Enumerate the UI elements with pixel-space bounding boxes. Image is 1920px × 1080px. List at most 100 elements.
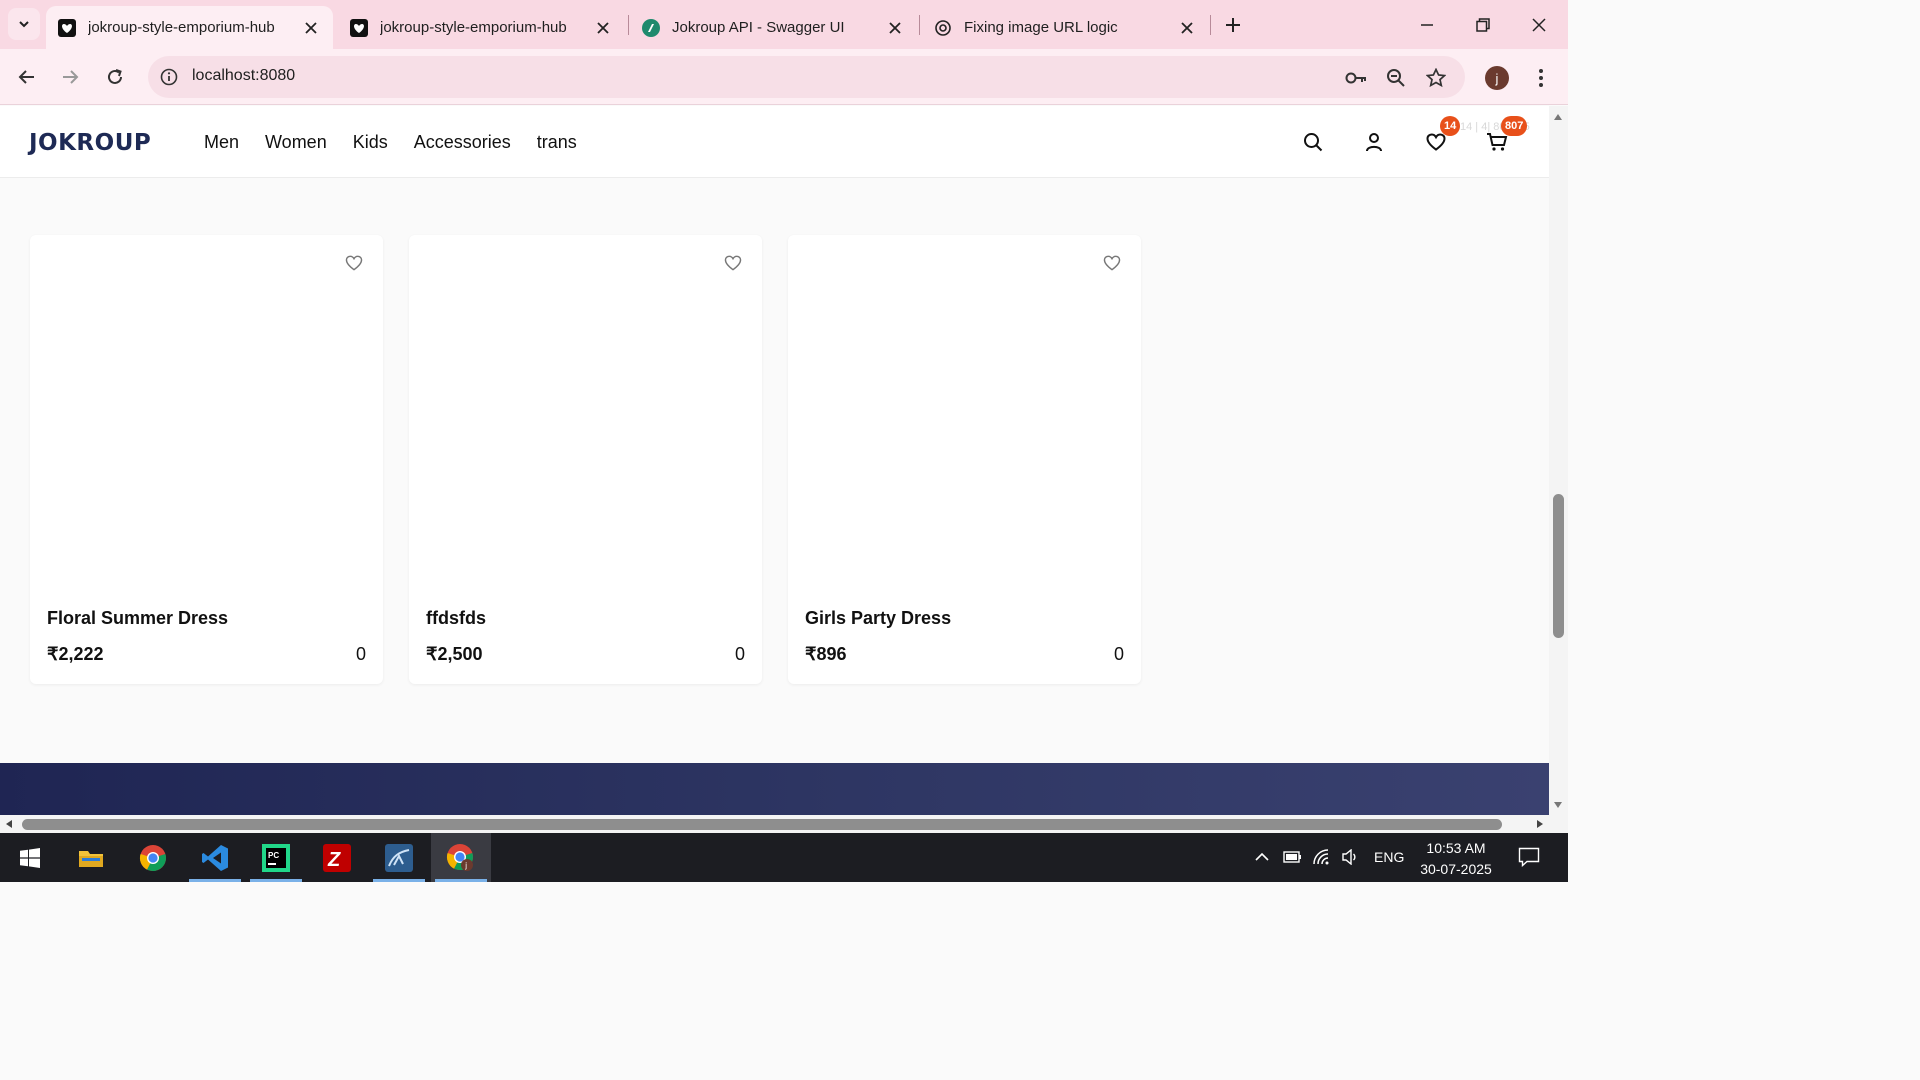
product-card[interactable]: ffdsfds ₹2,500 0	[409, 235, 762, 684]
forward-button[interactable]	[55, 62, 85, 92]
running-indicator	[127, 879, 179, 882]
product-name[interactable]: ffdsfds	[426, 608, 486, 629]
svg-text:Z: Z	[327, 849, 341, 871]
mysql-workbench-app[interactable]	[369, 833, 429, 882]
main-nav: Men Women Kids Accessories trans	[204, 132, 577, 153]
close-icon[interactable]	[301, 18, 321, 38]
browser-tab-2[interactable]: jokroup-style-emporium-hub	[338, 6, 625, 49]
chrome-profile-app[interactable]: j	[431, 833, 491, 882]
url-text[interactable]: localhost:8080	[192, 67, 295, 85]
nav-item-accessories[interactable]: Accessories	[414, 132, 511, 153]
browser-tab-3[interactable]: Jokroup API - Swagger UI	[630, 6, 917, 49]
site-header: JOKROUP Men Women Kids Accessories trans	[0, 106, 1549, 178]
heart-icon[interactable]	[1102, 253, 1122, 273]
folder-icon	[79, 850, 103, 867]
product-card[interactable]: Girls Party Dress ₹896 0	[788, 235, 1141, 684]
scroll-down-icon[interactable]	[1551, 798, 1565, 812]
vertical-scroll-thumb[interactable]	[1553, 494, 1564, 638]
tab-title: jokroup-style-emporium-hub	[380, 19, 567, 36]
volume-icon[interactable]	[1339, 846, 1361, 868]
system-clock[interactable]: 10:53 AM 30-07-2025	[1414, 838, 1498, 880]
arrow-left-icon	[18, 70, 34, 84]
cart-count-badge: 807	[1501, 116, 1528, 136]
vscode-icon	[202, 844, 228, 871]
language-indicator[interactable]: ENG	[1374, 849, 1404, 865]
clock-date: 30-07-2025	[1420, 861, 1492, 877]
browser-tab-4[interactable]: Fixing image URL logic	[922, 6, 1209, 49]
nav-item-women[interactable]: Women	[265, 132, 327, 153]
nav-item-trans[interactable]: trans	[537, 132, 577, 153]
vscode-app[interactable]	[185, 833, 245, 882]
windows-logo-icon	[20, 847, 40, 868]
nav-item-kids[interactable]: Kids	[353, 132, 388, 153]
more-vertical-icon	[1539, 69, 1543, 87]
openai-favicon-icon	[934, 19, 952, 37]
browser-tab-strip: jokroup-style-emporium-hub jokroup-style…	[0, 0, 1568, 49]
heart-icon	[1426, 133, 1446, 151]
user-icon	[1366, 133, 1382, 152]
wifi-icon[interactable]	[1311, 846, 1333, 868]
key-icon[interactable]	[1344, 66, 1368, 90]
profile-avatar[interactable]: j	[1485, 66, 1509, 90]
tab-separator	[1210, 15, 1211, 35]
browser-menu-button[interactable]	[1530, 65, 1552, 91]
search-icon	[1304, 133, 1323, 152]
close-icon[interactable]	[593, 18, 613, 38]
filezilla-app[interactable]: Z	[307, 833, 367, 882]
pycharm-app[interactable]: PC	[246, 833, 306, 882]
close-window-button[interactable]	[1524, 10, 1554, 40]
horizontal-scroll-thumb[interactable]	[22, 819, 1502, 830]
heart-icon[interactable]	[344, 253, 364, 273]
pycharm-icon: PC	[262, 843, 290, 872]
search-button[interactable]	[1301, 130, 1325, 154]
product-name[interactable]: Girls Party Dress	[805, 608, 951, 629]
product-count: 0	[355, 644, 366, 664]
account-button[interactable]	[1362, 130, 1386, 154]
restore-icon	[1476, 18, 1490, 32]
tab-title: Jokroup API - Swagger UI	[672, 19, 845, 36]
minimize-button[interactable]	[1412, 10, 1442, 40]
filezilla-icon: Z	[323, 843, 351, 872]
notification-center-icon[interactable]	[1517, 846, 1541, 868]
tab-separator	[628, 15, 629, 35]
restore-button[interactable]	[1468, 10, 1498, 40]
reload-button[interactable]	[100, 62, 130, 92]
scroll-right-icon[interactable]	[1533, 817, 1547, 831]
close-icon[interactable]	[1177, 18, 1197, 38]
file-explorer-app[interactable]	[61, 833, 121, 882]
chrome-app[interactable]	[123, 833, 183, 882]
vertical-scrollbar[interactable]	[1549, 106, 1568, 815]
browser-tab-1[interactable]: jokroup-style-emporium-hub	[46, 6, 333, 49]
bookmark-star-icon[interactable]	[1424, 66, 1448, 90]
windows-start-button[interactable]	[0, 833, 60, 882]
scroll-left-icon[interactable]	[2, 817, 16, 831]
zoom-icon[interactable]	[1384, 66, 1408, 90]
product-price: ₹2,500	[426, 644, 483, 664]
tab-title: Fixing image URL logic	[964, 19, 1118, 36]
chevron-up-icon[interactable]	[1251, 846, 1273, 868]
address-bar[interactable]: localhost:8080	[148, 56, 1465, 98]
back-button[interactable]	[12, 62, 42, 92]
plus-icon	[1226, 18, 1240, 32]
chevron-down-icon	[19, 21, 29, 28]
product-count: 0	[734, 644, 745, 664]
product-card[interactable]: Floral Summer Dress ₹2,222 0	[30, 235, 383, 684]
new-tab-button[interactable]	[1220, 12, 1246, 38]
tab-search-button[interactable]	[8, 8, 40, 40]
close-icon[interactable]	[885, 18, 905, 38]
svg-text:j: j	[464, 861, 467, 870]
reload-icon	[108, 69, 122, 84]
heart-favicon-icon	[350, 18, 368, 37]
product-name[interactable]: Floral Summer Dress	[47, 608, 228, 629]
heart-icon[interactable]	[723, 253, 743, 273]
tab-title: jokroup-style-emporium-hub	[88, 19, 275, 36]
site-info-icon[interactable]	[158, 66, 180, 88]
nav-item-men[interactable]: Men	[204, 132, 239, 153]
cart-icon	[1487, 133, 1508, 151]
scroll-up-icon[interactable]	[1551, 110, 1565, 124]
site-footer	[0, 763, 1549, 815]
site-logo[interactable]: JOKROUP	[29, 130, 151, 156]
heart-favicon-icon	[58, 18, 76, 37]
running-indicator	[373, 879, 425, 882]
battery-icon[interactable]	[1281, 846, 1303, 868]
